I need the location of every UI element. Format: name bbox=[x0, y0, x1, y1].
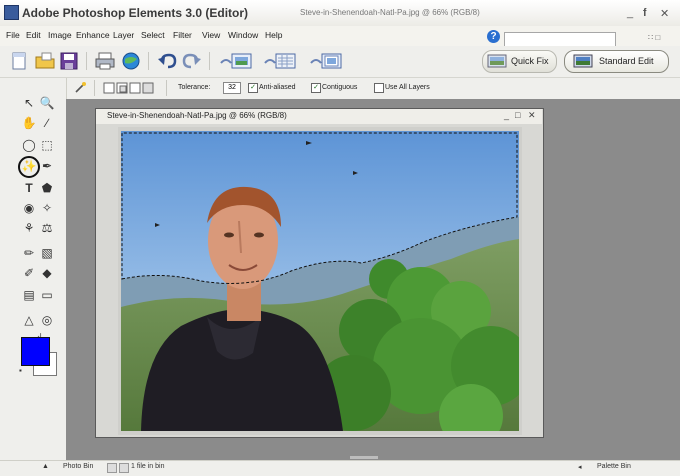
redo-icon[interactable] bbox=[181, 51, 203, 71]
shape-tool-icon[interactable]: ▭ bbox=[39, 287, 55, 303]
eyedropper-tool-icon[interactable]: ∕ bbox=[39, 115, 55, 131]
quick-fix-label: Quick Fix bbox=[511, 56, 549, 66]
create-icon[interactable] bbox=[308, 51, 344, 71]
foreground-color-swatch[interactable] bbox=[21, 337, 50, 366]
app-title: Adobe Photoshop Elements 3.0 (Editor) bbox=[22, 6, 249, 20]
magic-wand-option-icon[interactable] bbox=[73, 81, 87, 95]
window-doc-title: Steve-in-Shenendoah-Natl-Pa.jpg @ 66% (R… bbox=[300, 8, 480, 17]
zoom-tool-icon[interactable]: 🔍 bbox=[39, 95, 55, 111]
doc-close-button[interactable]: ✕ bbox=[528, 110, 536, 121]
use-all-layers-checkbox[interactable] bbox=[374, 83, 384, 93]
blur-tool-icon[interactable]: △ bbox=[21, 312, 37, 328]
menu-enhance[interactable]: Enhance bbox=[76, 30, 110, 40]
lasso-tool-icon[interactable]: ◯ bbox=[21, 137, 37, 153]
online-services-icon[interactable] bbox=[120, 51, 142, 71]
standard-edit-icon bbox=[573, 54, 593, 68]
brush-tool-icon[interactable]: ✐ bbox=[21, 265, 37, 281]
menu-image[interactable]: Image bbox=[48, 30, 72, 40]
search-input[interactable] bbox=[504, 32, 616, 47]
options-separator bbox=[166, 80, 167, 96]
tolerance-label: Tolerance: bbox=[178, 84, 211, 91]
quick-fix-button[interactable]: Quick Fix bbox=[482, 50, 557, 73]
anti-aliased-checkbox[interactable]: ✓ bbox=[248, 83, 258, 93]
palette-grip-icon[interactable]: ∷ □ bbox=[648, 33, 660, 42]
menu-layer[interactable]: Layer bbox=[113, 30, 134, 40]
default-colors-icon[interactable]: ▪ bbox=[19, 366, 22, 375]
crop-tool-icon[interactable]: ⬟ bbox=[39, 180, 55, 196]
contiguous-label: Contiguous bbox=[322, 84, 358, 91]
files-in-bin-count: 1 file in bin bbox=[131, 463, 165, 470]
restore-button[interactable]: 𝐟 bbox=[643, 7, 647, 20]
toolbar-separator bbox=[86, 52, 87, 70]
minimize-button[interactable]: _ bbox=[627, 7, 633, 19]
bin-prev-button[interactable] bbox=[107, 463, 117, 473]
photo-bin-label[interactable]: Photo Bin bbox=[63, 463, 93, 470]
selection-mode-icons[interactable] bbox=[103, 81, 159, 95]
marquee-tool-icon[interactable]: ⬚ bbox=[39, 137, 55, 153]
sponge-tool-icon[interactable]: ◎ bbox=[39, 312, 55, 328]
selection-brush-tool-icon[interactable]: ✒ bbox=[39, 158, 55, 174]
bin-resize-grip[interactable] bbox=[350, 456, 378, 459]
doc-maximize-button[interactable]: □ bbox=[515, 110, 520, 120]
type-tool-icon[interactable]: T bbox=[21, 180, 37, 196]
menu-window[interactable]: Window bbox=[228, 30, 258, 40]
photo-browser-icon[interactable] bbox=[218, 51, 254, 71]
toolbar-separator bbox=[209, 52, 210, 70]
menu-file[interactable]: File bbox=[6, 30, 20, 40]
tolerance-input[interactable]: 32 bbox=[223, 82, 241, 94]
healing-brush-tool-icon[interactable]: ✧ bbox=[39, 200, 55, 216]
save-icon[interactable] bbox=[58, 51, 80, 71]
menu-view[interactable]: View bbox=[202, 30, 220, 40]
clone-stamp-tool-icon[interactable]: ⚘ bbox=[21, 220, 37, 236]
print-icon[interactable] bbox=[94, 51, 116, 71]
anti-aliased-label: Anti-aliased bbox=[259, 84, 296, 91]
standard-edit-label: Standard Edit bbox=[599, 56, 654, 66]
open-folder-icon[interactable] bbox=[34, 51, 56, 71]
magic-wand-tool-icon[interactable]: ✨ bbox=[21, 158, 37, 174]
close-button[interactable]: ✕ bbox=[660, 7, 669, 20]
quick-fix-icon bbox=[487, 54, 507, 68]
use-all-layers-label: Use All Layers bbox=[385, 84, 430, 91]
red-eye-tool-icon[interactable]: ◉ bbox=[21, 200, 37, 216]
move-tool-icon[interactable]: ↖ bbox=[21, 95, 37, 111]
help-icon[interactable]: ? bbox=[487, 30, 500, 43]
contiguous-checkbox[interactable]: ✓ bbox=[311, 83, 321, 93]
toolbar-separator bbox=[148, 52, 149, 70]
paint-bucket-tool-icon[interactable]: ◆ bbox=[39, 265, 55, 281]
eraser-tool-icon[interactable]: ▧ bbox=[39, 245, 55, 261]
pattern-stamp-tool-icon[interactable]: ⚖ bbox=[39, 220, 55, 236]
date-view-icon[interactable] bbox=[262, 51, 298, 71]
gradient-tool-icon[interactable]: ▤ bbox=[21, 287, 37, 303]
document-title: Steve-in-Shenendoah-Natl-Pa.jpg @ 66% (R… bbox=[107, 111, 287, 120]
new-file-icon[interactable] bbox=[8, 51, 30, 71]
photo-bin-toggle-icon[interactable]: ▲ bbox=[42, 463, 49, 470]
pencil-tool-icon[interactable]: ✏ bbox=[21, 245, 37, 261]
palette-bin-toggle-icon[interactable]: ◂ bbox=[578, 463, 582, 471]
options-separator bbox=[94, 80, 95, 96]
bin-next-button[interactable] bbox=[119, 463, 129, 473]
menu-filter[interactable]: Filter bbox=[173, 30, 192, 40]
photo-canvas[interactable] bbox=[121, 131, 519, 431]
menu-edit[interactable]: Edit bbox=[26, 30, 41, 40]
hand-tool-icon[interactable]: ✋ bbox=[21, 115, 37, 131]
menu-help[interactable]: Help bbox=[265, 30, 282, 40]
menu-select[interactable]: Select bbox=[141, 30, 165, 40]
palette-bin-label[interactable]: Palette Bin bbox=[597, 463, 631, 470]
app-icon bbox=[4, 5, 19, 20]
doc-minimize-button[interactable]: _ bbox=[504, 110, 509, 120]
undo-icon[interactable] bbox=[156, 51, 178, 71]
standard-edit-button[interactable]: Standard Edit bbox=[564, 50, 669, 73]
